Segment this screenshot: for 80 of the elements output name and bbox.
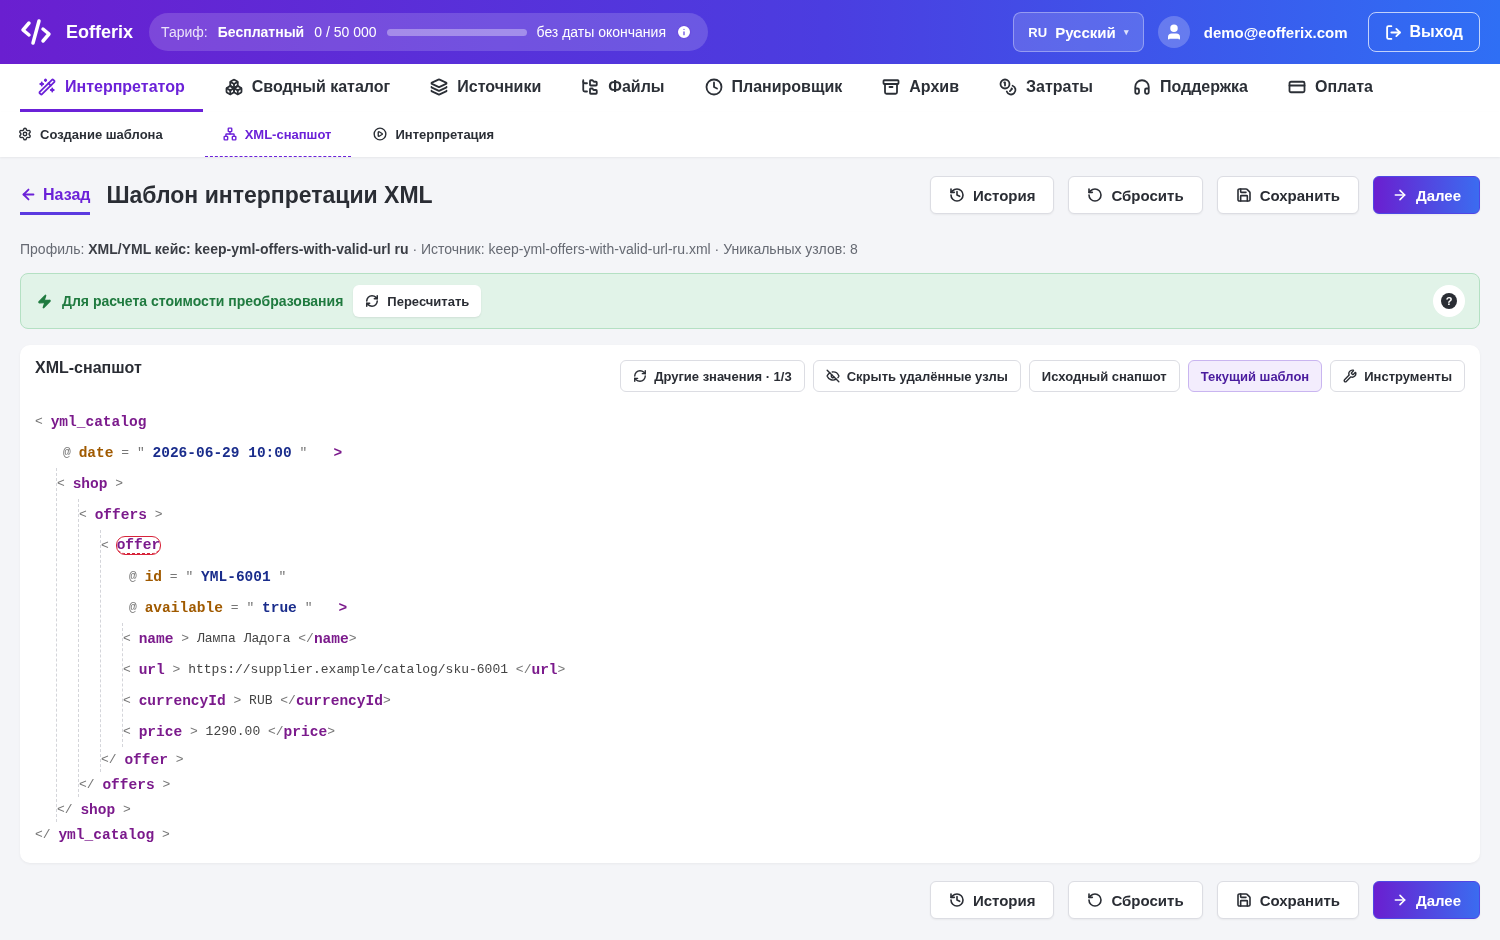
action-button[interactable]: Сохранить	[1216, 881, 1359, 919]
logout-icon	[1384, 23, 1402, 41]
toolbar-button[interactable]: Скрыть удалённые узлы	[812, 360, 1021, 392]
folder-tree-icon	[581, 77, 600, 96]
notice-text: Для расчета стоимости преобразования	[62, 293, 344, 309]
nav-tab[interactable]: Архив	[864, 64, 977, 112]
profile-info: Профиль: XML/YML кейс: keep-yml-offers-with-valid-url ru · Источник: keep-yml-offers-with-valid-url-ru.xml · Уникальных узлов: 8	[20, 241, 859, 257]
nav-tab[interactable]: Сводный каталог	[206, 64, 409, 112]
info-icon	[676, 24, 692, 40]
nav-tab[interactable]: Поддержка	[1114, 64, 1266, 112]
tools-icon	[1343, 369, 1358, 383]
nav-tab[interactable]: Файлы	[563, 64, 683, 112]
code-line: @ date = " 2026-06-29 10:00 " >	[62, 443, 344, 463]
code-line: < shop >	[57, 474, 125, 494]
settings-icon	[18, 127, 32, 141]
code-line: </ offer >	[101, 750, 185, 770]
wand-icon	[38, 77, 56, 96]
reset-icon	[1087, 187, 1104, 203]
plan-name: Бесплатный	[217, 24, 305, 40]
step-tab[interactable]: Создание шаблона	[18, 112, 183, 157]
coins-icon	[999, 77, 1017, 96]
code-line: < price > 1290.00 </price>	[123, 722, 336, 742]
logo-icon	[20, 18, 52, 46]
history-icon	[948, 892, 965, 908]
clock-icon	[704, 77, 723, 96]
code-line: < url > https://supplier.example/catalog/sku-6001 </url>	[123, 660, 567, 680]
boxes-icon	[224, 77, 243, 96]
layers-icon	[430, 77, 449, 96]
refresh-icon	[633, 369, 648, 383]
code-line: </ offers >	[79, 775, 172, 795]
toolbar-button[interactable]: Исходный снапшот	[1028, 360, 1180, 392]
code-line: < offer	[101, 536, 162, 556]
archive-icon	[882, 77, 901, 96]
code-line: @ id = " YML-6001 "	[128, 567, 288, 587]
plan-expiry: без даты окончания	[536, 24, 666, 40]
user-email: demo@eofferix.com	[1203, 23, 1348, 41]
reset-icon	[1087, 892, 1104, 908]
card-title: XML-снапшот	[35, 359, 143, 377]
plan-label: Тариф:	[161, 24, 208, 40]
next-button[interactable]: Далее	[1372, 881, 1480, 919]
action-button[interactable]: Сбросить	[1068, 176, 1203, 214]
code-line: < offers >	[79, 505, 164, 525]
eye-off-icon	[825, 369, 840, 383]
code-line: </ yml_catalog >	[35, 825, 171, 845]
nav-tab[interactable]: Оплата	[1270, 64, 1391, 112]
headset-icon	[1132, 77, 1151, 96]
lightning-icon	[37, 293, 52, 309]
step-tab[interactable]: XML-снапшот	[204, 112, 352, 157]
plan-usage: 0 / 50 000	[314, 24, 377, 40]
avatar-icon	[1157, 16, 1190, 48]
save-icon	[1235, 187, 1252, 203]
next-button[interactable]: Далее	[1372, 176, 1480, 214]
page-title: Шаблон интерпретации XML	[106, 181, 433, 209]
code-line: </ shop >	[57, 800, 132, 820]
logout-button[interactable]: Выход	[1367, 12, 1480, 52]
toolbar-button[interactable]: Инструменты	[1330, 360, 1465, 392]
play-icon	[373, 127, 388, 141]
nav-tab[interactable]: Планировщик	[686, 64, 861, 112]
nav-tab[interactable]: Источники	[412, 64, 560, 112]
language-dropdown[interactable]: RU Русский ▾	[1013, 12, 1144, 52]
refresh-icon	[365, 294, 380, 308]
action-button[interactable]: Сбросить	[1068, 881, 1203, 919]
action-button[interactable]: История	[929, 176, 1055, 214]
history-icon	[948, 187, 965, 203]
sitemap-icon	[222, 127, 237, 141]
toolbar-button[interactable]: Другие значения · 1/3	[620, 360, 805, 392]
save-icon	[1235, 892, 1252, 908]
nav-tab[interactable]: Затраты	[981, 64, 1111, 112]
code-line: < yml_catalog	[35, 412, 148, 432]
action-button[interactable]: История	[929, 881, 1055, 919]
toolbar-button[interactable]: Текущий шаблон	[1187, 360, 1323, 392]
recalculate-button[interactable]: Пересчитать	[353, 285, 482, 317]
code-line: < name > Лампа Ладога </name>	[123, 629, 358, 649]
back-link[interactable]: Назад	[20, 185, 91, 215]
step-tab[interactable]: Интерпретация	[373, 112, 515, 157]
action-button[interactable]: Сохранить	[1216, 176, 1359, 214]
help-button[interactable]: ?	[1433, 285, 1465, 317]
brand-name: Eofferix	[66, 21, 134, 43]
code-line: @ available = " true " >	[128, 598, 349, 618]
code-line: < currencyId > RUB </currencyId>	[123, 691, 392, 711]
